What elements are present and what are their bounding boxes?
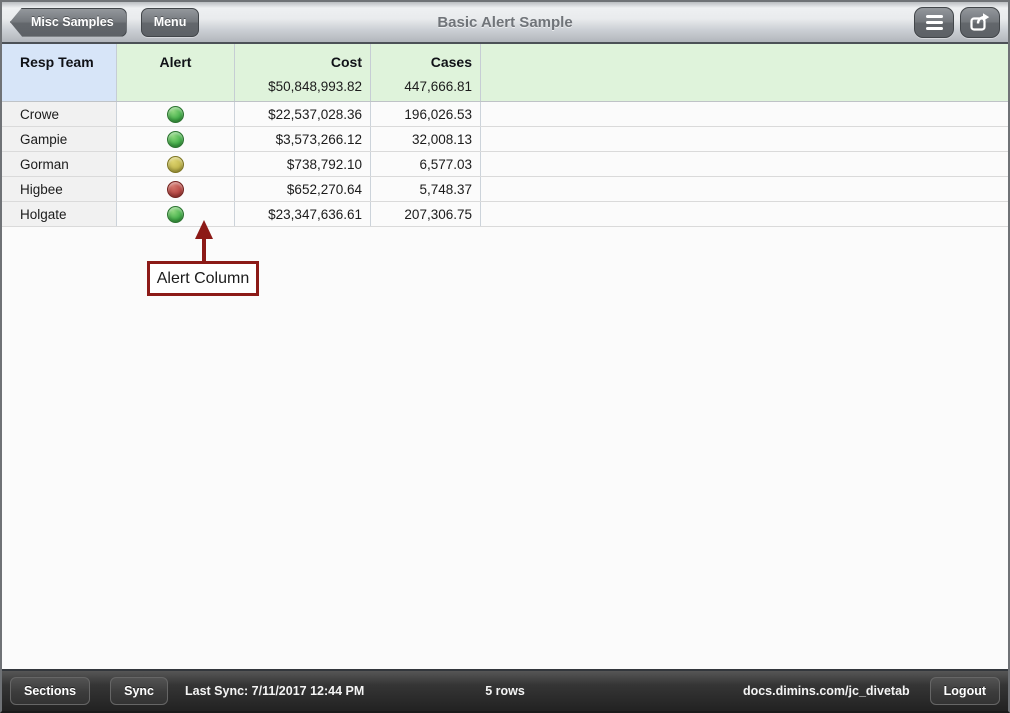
- cell-resp-team: Higbee: [2, 177, 117, 201]
- share-button[interactable]: [960, 7, 1000, 38]
- cell-cost: $22,537,028.36: [235, 102, 371, 126]
- column-label: Cost: [235, 44, 370, 79]
- bottom-status-bar: Sections Sync Last Sync: 7/11/2017 12:44…: [2, 669, 1008, 711]
- cell-alert: [117, 202, 235, 226]
- column-header-cost[interactable]: Cost $50,848,993.82: [235, 44, 371, 101]
- cell-cost: $23,347,636.61: [235, 202, 371, 226]
- cell-resp-team: Holgate: [2, 202, 117, 226]
- cell-cases: 207,306.75: [371, 202, 481, 226]
- hamburger-icon: [926, 15, 943, 30]
- table-row[interactable]: Holgate $23,347,636.61 207,306.75: [2, 202, 1008, 227]
- cell-cases: 6,577.03: [371, 152, 481, 176]
- cell-cost: $3,573,266.12: [235, 127, 371, 151]
- app-window: Misc Samples Menu Basic Alert Sample Res…: [0, 0, 1010, 713]
- back-button-label: Misc Samples: [31, 15, 114, 29]
- cell-filler: [481, 202, 1008, 226]
- alert-indicator-icon: [167, 106, 184, 123]
- last-sync-label: Last Sync: 7/11/2017 12:44 PM: [185, 684, 364, 698]
- cell-resp-team: Gorman: [2, 152, 117, 176]
- column-header-resp-team[interactable]: Resp Team: [2, 44, 117, 101]
- content-background: [2, 227, 1008, 669]
- column-header-filler: [481, 44, 1008, 101]
- column-header-cases[interactable]: Cases 447,666.81: [371, 44, 481, 101]
- column-header-alert[interactable]: Alert: [117, 44, 235, 101]
- menu-button-label: Menu: [154, 15, 187, 29]
- menu-button[interactable]: Menu: [141, 8, 200, 37]
- cell-cases: 5,748.37: [371, 177, 481, 201]
- cell-alert: [117, 127, 235, 151]
- alert-indicator-icon: [167, 206, 184, 223]
- table-header: Resp Team Alert Cost $50,848,993.82 Case…: [2, 44, 1008, 102]
- column-label: Cases: [371, 44, 480, 79]
- cell-alert: [117, 152, 235, 176]
- column-total-empty: [117, 79, 234, 101]
- column-label: Alert: [117, 44, 234, 79]
- cell-resp-team: Crowe: [2, 102, 117, 126]
- statusbar-right: docs.dimins.com/jc_divetab Logout: [743, 677, 1000, 705]
- toolbar-actions: [914, 7, 1000, 38]
- cell-filler: [481, 102, 1008, 126]
- logout-button[interactable]: Logout: [930, 677, 1000, 705]
- share-icon: [969, 11, 991, 33]
- cell-filler: [481, 177, 1008, 201]
- column-label: Resp Team: [2, 44, 116, 79]
- column-total-cases: 447,666.81: [371, 79, 480, 101]
- alert-indicator-icon: [167, 131, 184, 148]
- cell-cases: 196,026.53: [371, 102, 481, 126]
- cell-cost: $652,270.64: [235, 177, 371, 201]
- row-count-label: 5 rows: [485, 684, 525, 698]
- cell-cases: 32,008.13: [371, 127, 481, 151]
- table-body: Crowe $22,537,028.36 196,026.53 Gampie $…: [2, 102, 1008, 227]
- alert-indicator-icon: [167, 156, 184, 173]
- cell-filler: [481, 152, 1008, 176]
- table-row[interactable]: Crowe $22,537,028.36 196,026.53: [2, 102, 1008, 127]
- list-menu-button[interactable]: [914, 7, 954, 38]
- sections-button[interactable]: Sections: [10, 677, 90, 705]
- sync-button[interactable]: Sync: [110, 677, 168, 705]
- cell-alert: [117, 102, 235, 126]
- cell-resp-team: Gampie: [2, 127, 117, 151]
- table-row[interactable]: Gampie $3,573,266.12 32,008.13: [2, 127, 1008, 152]
- cell-alert: [117, 177, 235, 201]
- column-total-empty: [2, 79, 116, 101]
- back-button[interactable]: Misc Samples: [10, 8, 127, 37]
- top-toolbar: Misc Samples Menu Basic Alert Sample: [2, 2, 1008, 44]
- cell-cost: $738,792.10: [235, 152, 371, 176]
- server-address-label: docs.dimins.com/jc_divetab: [743, 684, 910, 698]
- sync-button-label: Sync: [124, 684, 154, 698]
- cell-filler: [481, 127, 1008, 151]
- logout-button-label: Logout: [944, 684, 986, 698]
- table-row[interactable]: Higbee $652,270.64 5,748.37: [2, 177, 1008, 202]
- sections-button-label: Sections: [24, 684, 76, 698]
- table-row[interactable]: Gorman $738,792.10 6,577.03: [2, 152, 1008, 177]
- column-total-cost: $50,848,993.82: [235, 79, 370, 101]
- alert-indicator-icon: [167, 181, 184, 198]
